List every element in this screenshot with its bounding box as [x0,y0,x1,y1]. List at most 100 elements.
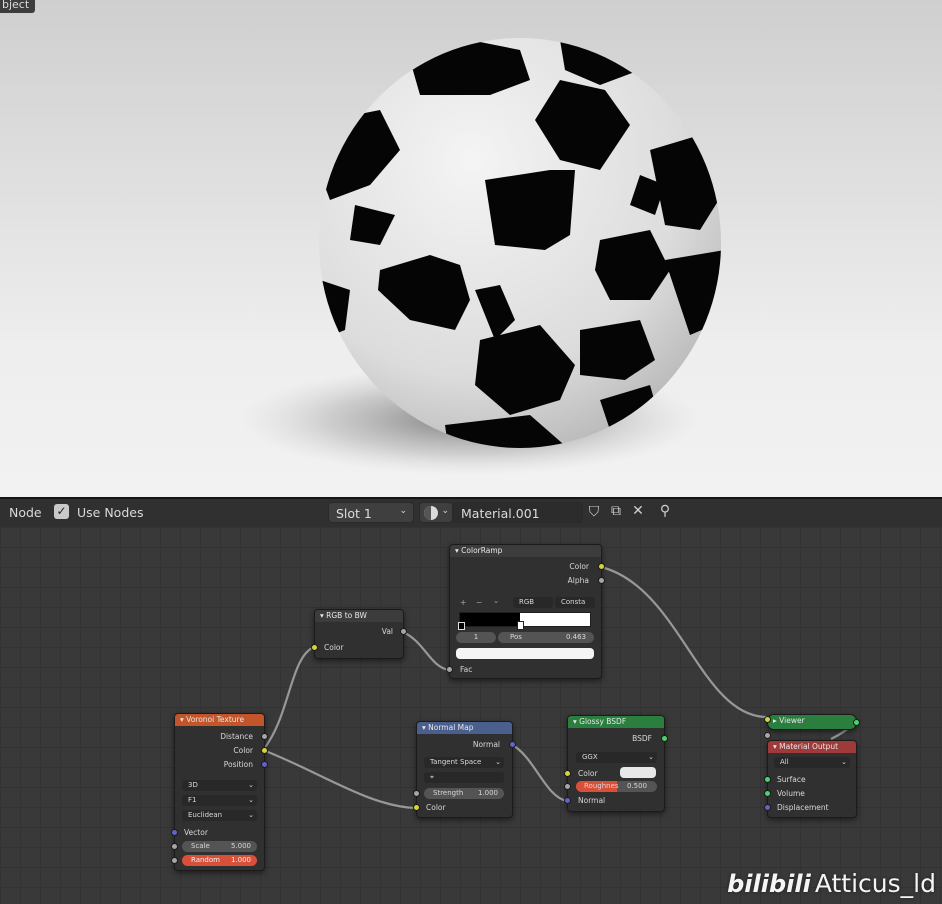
active-stop-index[interactable]: 1 [456,632,496,643]
use-nodes-checkbox[interactable]: ✓ [54,504,69,519]
node-voronoi-texture[interactable]: ▾ Voronoi Texture Distance Color Positio… [171,713,268,871]
ramp-stop-black[interactable] [458,622,465,630]
dimensions-select[interactable]: 3D ⌄ [182,780,257,791]
stop-index-value: 1 [473,633,479,641]
node-title: RGB to BW [326,611,367,620]
strength-field[interactable]: Strength 1.000 [424,788,504,799]
chevron-down-icon: ⌄ [399,506,407,516]
target-select[interactable]: All ⌄ [774,757,850,768]
chevron-down-icon: ⌄ [248,811,254,819]
unlink-close-icon[interactable]: ✕ [628,503,648,519]
output-color-socket[interactable] [598,563,605,570]
output-alpha-label: Alpha [567,576,589,585]
feature-select[interactable]: F1 ⌄ [182,795,257,806]
input-vector-label: Vector [184,828,208,837]
input-randomness-socket[interactable] [171,857,178,864]
interpolation-value: Consta [561,598,586,606]
node-viewer[interactable]: ▸ Viewer [764,714,860,730]
output-color-socket[interactable] [261,747,268,754]
slot-value: Slot 1 [336,506,372,521]
pin-icon[interactable]: ⚲ [655,503,675,519]
slot-dropdown[interactable]: Slot 1 ⌄ [328,502,414,523]
node-header[interactable]: ▸ Viewer [768,715,856,727]
output-distance-label: Distance [220,732,253,741]
output-alpha-socket[interactable] [598,577,605,584]
input-vector-socket[interactable] [171,829,178,836]
color-mode-select[interactable]: RGB [513,597,553,608]
input-roughness-socket[interactable] [564,783,571,790]
scale-label: Scale [191,842,210,850]
input-color-socket[interactable] [564,770,571,777]
output-normal-label: Normal [472,740,500,749]
input-viewer-socket[interactable] [764,716,771,723]
space-select[interactable]: Tangent Space ⌄ [424,757,504,768]
input-color-label: Color [578,769,598,778]
input-color-label: Color [324,643,344,652]
output-normal-socket[interactable] [509,741,516,748]
roughness-value: 0.500 [626,782,647,790]
input-color-socket[interactable] [413,804,420,811]
output-position-socket[interactable] [261,761,268,768]
space-value: Tangent Space [430,758,482,766]
use-nodes-label: Use Nodes [77,505,144,520]
scale-field[interactable]: Scale 5.000 [182,841,257,852]
node-title: Viewer [779,716,805,725]
fake-user-shield-icon[interactable]: ⛉ [584,504,604,520]
input-scale-socket[interactable] [171,843,178,850]
node-header[interactable]: ▾ Material Output [768,741,856,753]
input-normal-socket[interactable] [564,797,571,804]
duplicate-material-icon[interactable]: ⧉ [606,503,626,519]
interpolation-select[interactable]: Consta [555,597,595,608]
input-color-socket[interactable] [311,644,318,651]
input-surface-label: Surface [777,775,806,784]
stop-position-field[interactable]: Pos 0.463 [498,632,594,643]
chevron-down-icon: ⌄ [841,758,847,766]
render-preview [240,38,721,475]
output-color-label: Color [233,746,253,755]
color-swatch[interactable] [620,767,656,778]
input-displacement-socket[interactable] [764,804,771,811]
material-browse-button[interactable]: ⌄ [419,502,453,523]
author-name: Atticus_ld [814,869,936,898]
input-surface-socket[interactable] [764,776,771,783]
feature-value: F1 [188,796,197,804]
node-header[interactable]: ▾ Voronoi Texture [175,714,264,726]
output-viewer-socket[interactable] [853,719,860,726]
stop-color-swatch[interactable] [456,648,594,659]
node-header[interactable]: ▾ RGB to BW [315,610,403,622]
distribution-select[interactable]: GGX ⌄ [576,752,657,763]
node-header[interactable]: ▾ Normal Map [417,722,512,734]
input-strength-socket[interactable] [413,790,420,797]
input-displacement-label: Displacement [777,803,829,812]
material-name-field[interactable]: Material.001 [453,502,583,523]
color-ramp-bar[interactable] [459,612,591,627]
node-normal-map[interactable]: ▾ Normal Map Normal Tangent Space ⌄ ⌖ Str… [413,721,516,818]
randomness-field[interactable]: Random 1.000 [182,855,257,866]
output-distance-socket[interactable] [261,733,268,740]
input-socket[interactable] [764,732,771,739]
output-val-socket[interactable] [400,628,407,635]
ramp-stop-white[interactable] [517,621,524,630]
node-menu[interactable]: Node [9,505,42,520]
link-rgbtobw-colorramp [402,630,450,672]
node-material-output[interactable]: ▾ Material Output All ⌄ Surface Volume Di… [764,732,857,818]
3d-viewport[interactable]: bject [0,0,942,497]
uv-map-field[interactable]: ⌖ [424,772,504,783]
node-editor-header: Node ✓ Use Nodes Slot 1 ⌄ ⌄ Material.001… [0,499,942,527]
viewport-mode-label[interactable]: bject [0,0,36,13]
remove-stop-button[interactable]: − [476,598,482,607]
add-stop-button[interactable]: + [460,598,466,607]
distance-metric-select[interactable]: Euclidean ⌄ [182,810,257,821]
roughness-field[interactable]: Roughnes 0.500 [576,781,657,792]
node-colorramp[interactable]: ▾ ColorRamp Color Alpha + − ⌄ RGB Consta… [446,544,605,679]
ramp-menu-button[interactable]: ⌄ [493,596,499,605]
node-rgb-to-bw[interactable]: ▾ RGB to BW Val Color [311,609,407,659]
output-bsdf-socket[interactable] [661,735,668,742]
distribution-value: GGX [582,753,598,761]
input-fac-socket[interactable] [446,666,453,673]
node-glossy-bsdf[interactable]: ▾ Glossy BSDF BSDF GGX ⌄ Color Roughnes 0… [564,715,668,812]
node-editor-canvas[interactable]: ▾ ColorRamp Color Alpha + − ⌄ RGB Consta… [0,527,942,904]
node-header[interactable]: ▾ Glossy BSDF [568,716,664,728]
input-volume-socket[interactable] [764,790,771,797]
node-header[interactable]: ▾ ColorRamp [450,545,601,557]
